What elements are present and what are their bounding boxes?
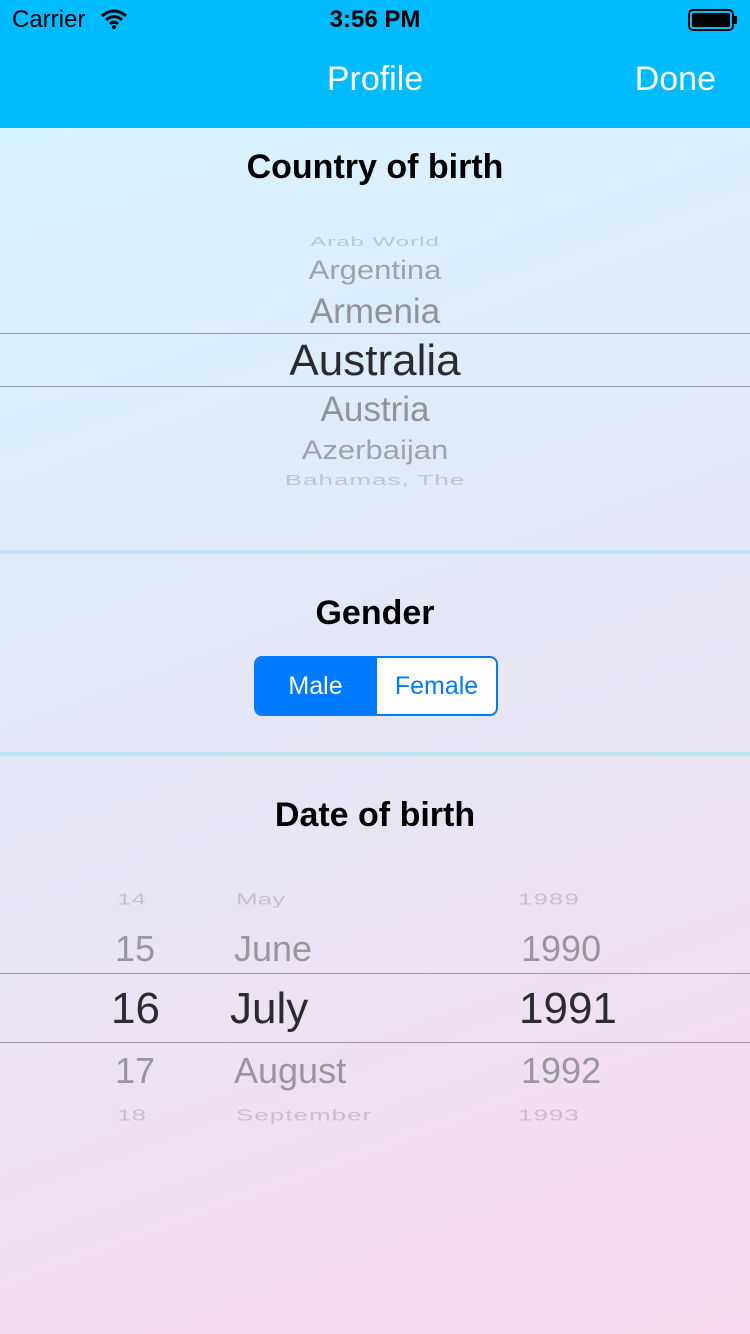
day-option[interactable]: 14	[117, 890, 146, 909]
country-option[interactable]: Armenia	[0, 292, 750, 332]
country-option[interactable]: Argentina	[0, 254, 750, 286]
year-option[interactable]: 1990	[521, 928, 601, 970]
country-option-selected[interactable]: Australia	[0, 336, 750, 386]
year-option[interactable]: 1992	[521, 1050, 601, 1092]
profile-content: Country of birth Arab World Argentina Ar…	[0, 128, 750, 1334]
picker-selection-line-bottom	[0, 386, 750, 387]
done-button[interactable]: Done	[635, 60, 716, 99]
country-option[interactable]: Azerbaijan	[0, 434, 750, 466]
gender-segmented-control[interactable]: Male Female	[254, 656, 498, 716]
gender-female-segment[interactable]: Female	[375, 658, 496, 714]
status-time: 3:56 PM	[329, 6, 421, 33]
navigation-bar: Profile Done	[0, 40, 750, 128]
gender-section-title: Gender	[315, 594, 435, 632]
month-option[interactable]: May	[236, 890, 285, 909]
year-option-selected[interactable]: 1991	[519, 984, 617, 1034]
battery-icon	[688, 9, 737, 31]
month-option-selected[interactable]: July	[230, 984, 308, 1034]
gender-male-segment[interactable]: Male	[256, 658, 375, 714]
picker-selection-line-bottom	[0, 1042, 750, 1043]
picker-selection-line-top	[0, 333, 750, 334]
country-option[interactable]: Arab World	[0, 234, 750, 249]
country-option[interactable]: Bahamas, The	[0, 472, 750, 489]
day-option[interactable]: 17	[115, 1050, 155, 1092]
year-option[interactable]: 1989	[518, 890, 580, 909]
year-option[interactable]: 1993	[518, 1106, 580, 1125]
country-option[interactable]: Austria	[0, 390, 750, 430]
section-divider	[0, 752, 750, 756]
status-bar: Carrier 3:56 PM	[0, 0, 750, 40]
day-option[interactable]: 15	[115, 928, 155, 970]
picker-selection-line-top	[0, 973, 750, 974]
day-option[interactable]: 18	[117, 1106, 146, 1125]
dob-section-title: Date of birth	[274, 796, 476, 834]
country-section-title: Country of birth	[246, 148, 504, 186]
section-divider	[0, 550, 750, 554]
day-option-selected[interactable]: 16	[111, 984, 160, 1034]
month-option[interactable]: June	[234, 928, 312, 970]
month-option[interactable]: August	[234, 1050, 346, 1092]
month-option[interactable]: September	[236, 1106, 372, 1125]
